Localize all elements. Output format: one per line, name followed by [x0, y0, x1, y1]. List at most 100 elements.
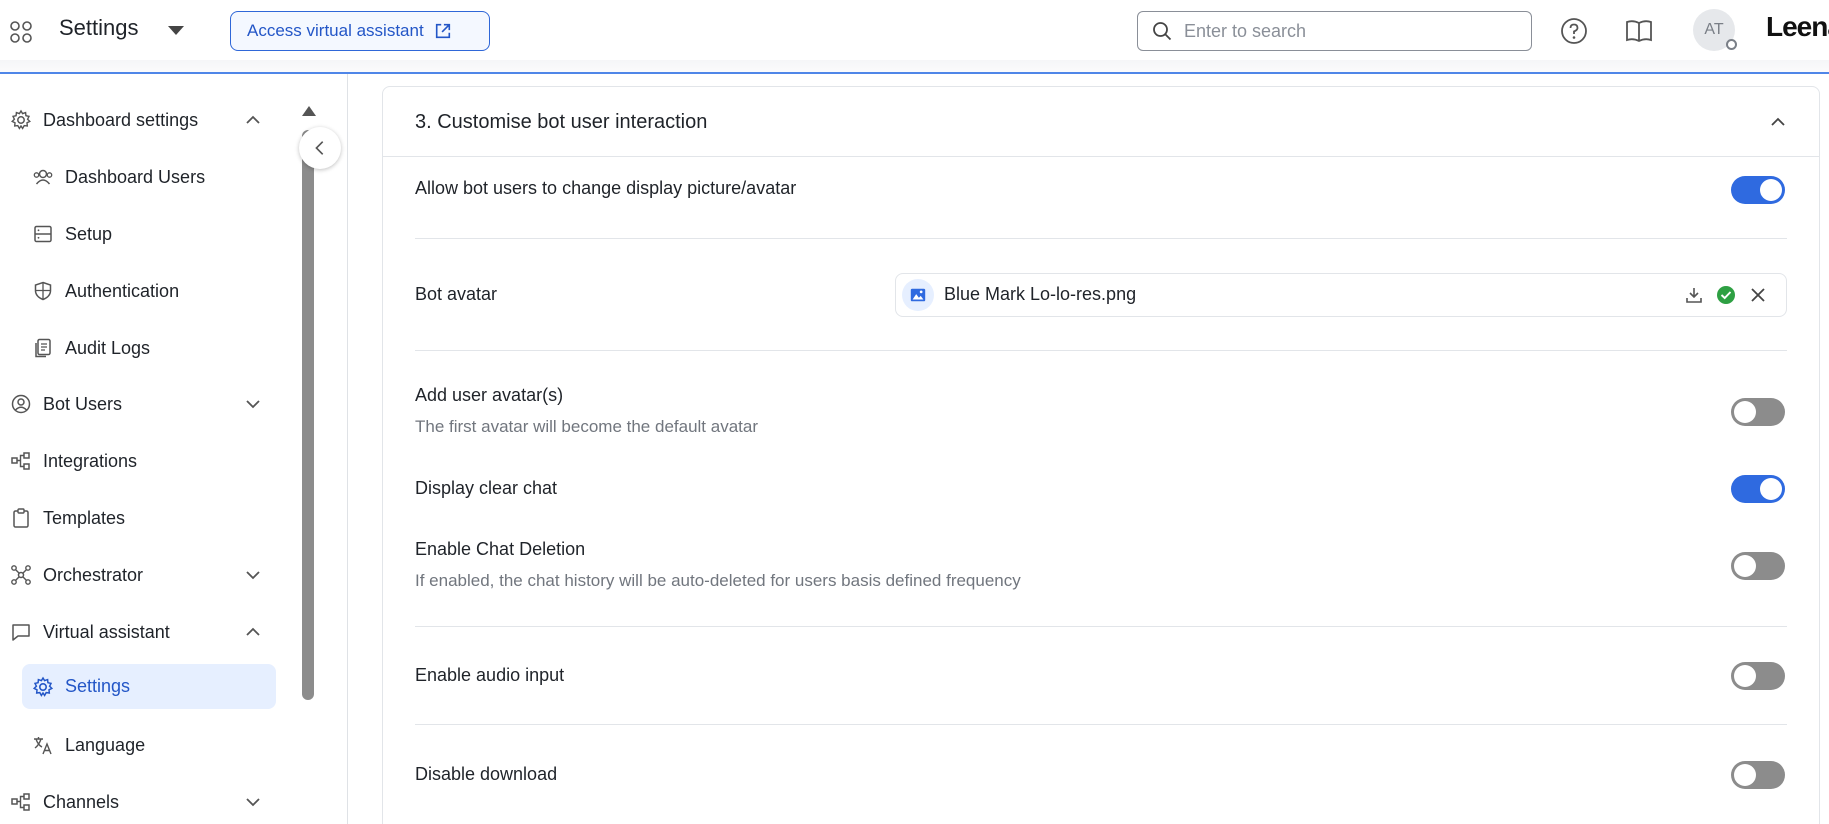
chevron-down-icon: [246, 571, 260, 580]
sidebar-item-language[interactable]: Language: [0, 721, 300, 769]
panel-header[interactable]: 3. Customise bot user interaction: [383, 87, 1819, 157]
enable-audio-input-toggle[interactable]: [1731, 662, 1785, 690]
chevron-up-icon: [246, 115, 260, 124]
search-icon: [1153, 22, 1172, 41]
topbar-divider: [0, 60, 1829, 72]
row-divider: [415, 724, 1787, 725]
access-virtual-assistant-button[interactable]: Access virtual assistant: [230, 11, 490, 51]
sidebar-item-label: Orchestrator: [43, 564, 144, 585]
row-divider: [415, 238, 1787, 239]
check-circle-icon: [1717, 286, 1735, 304]
sidebar-scrollbar[interactable]: [302, 130, 314, 700]
sidebar-item-setup[interactable]: Setup: [0, 210, 300, 258]
sidebar-item-channels[interactable]: Channels: [0, 778, 300, 824]
caret-down-icon[interactable]: [165, 22, 187, 38]
sidebar-item-authentication[interactable]: Authentication: [0, 267, 300, 315]
access-virtual-assistant-label: Access virtual assistant: [247, 21, 424, 40]
enable-chat-deletion-description: If enabled, the chat history will be aut…: [415, 571, 1021, 590]
toggle-knob: [1760, 179, 1782, 201]
chevron-down-icon: [246, 400, 260, 409]
row-divider: [415, 626, 1787, 627]
sidebar-item-settings[interactable]: Settings: [22, 664, 276, 709]
chevron-up-icon[interactable]: [1768, 112, 1788, 132]
add-user-avatars-label: Add user avatar(s): [415, 385, 564, 405]
add-user-avatars-description: The first avatar will become the default…: [415, 417, 758, 436]
enable-chat-deletion-toggle[interactable]: [1731, 552, 1785, 580]
sidebar-item-dashboard-settings[interactable]: Dashboard settings: [0, 96, 300, 144]
help-icon[interactable]: [1560, 17, 1588, 45]
sidebar-item-label: Virtual assistant: [43, 621, 170, 642]
sidebar-item-templates[interactable]: Templates: [0, 494, 300, 542]
add-user-avatars-toggle[interactable]: [1731, 398, 1785, 426]
sidebar-item-label: Dashboard settings: [43, 109, 199, 130]
top-bar: Settings Access virtual assistant AT Lee…: [0, 0, 1829, 60]
sidebar-divider: [347, 74, 348, 824]
sidebar-item-orchestrator[interactable]: Orchestrator: [0, 551, 300, 599]
search-box[interactable]: [1137, 11, 1532, 51]
sidebar-item-dashboard-users[interactable]: Dashboard Users: [0, 153, 300, 201]
sidebar: Dashboard settings Dashboard Users Setup…: [0, 74, 300, 824]
close-icon[interactable]: [1748, 285, 1768, 305]
integrations-icon: [11, 452, 30, 470]
channels-icon: [11, 793, 30, 811]
users-icon: [33, 169, 53, 185]
documents-icon: [35, 338, 51, 358]
bot-avatar-file: Blue Mark Lo-lo-res.png: [895, 273, 1787, 317]
enable-audio-input-label: Enable audio input: [415, 665, 565, 685]
disable-download-toggle[interactable]: [1731, 761, 1785, 789]
toggle-knob: [1734, 401, 1756, 423]
sidebar-item-label: Settings: [65, 676, 131, 696]
sidebar-item-audit-logs[interactable]: Audit Logs: [0, 324, 300, 372]
apps-grid-icon[interactable]: [9, 20, 33, 44]
display-clear-chat-toggle[interactable]: [1731, 475, 1785, 503]
book-icon[interactable]: [1624, 17, 1654, 45]
brand-logo: Leena: [1766, 11, 1829, 42]
file-name: Blue Mark Lo-lo-res.png: [944, 284, 1137, 304]
external-link-icon: [435, 23, 450, 39]
scrollbar-up-arrow[interactable]: [302, 106, 316, 116]
status-indicator: [1726, 39, 1737, 50]
toggle-knob: [1734, 665, 1756, 687]
sidebar-item-label: Bot Users: [43, 393, 123, 414]
user-circle-icon: [11, 394, 31, 414]
toggle-knob: [1734, 764, 1756, 786]
toggle-knob: [1760, 478, 1782, 500]
sidebar-item-label: Authentication: [65, 280, 180, 301]
download-icon[interactable]: [1684, 285, 1704, 305]
gear-icon: [11, 109, 31, 130]
enable-chat-deletion-label: Enable Chat Deletion: [415, 539, 586, 559]
translate-icon: [34, 737, 52, 755]
chat-bubble-icon: [12, 624, 30, 641]
sidebar-item-virtual-assistant[interactable]: Virtual assistant: [0, 608, 300, 656]
clipboard-icon: [13, 508, 29, 528]
sidebar-item-label: Dashboard Users: [65, 166, 206, 187]
avatar-initials: AT: [1704, 21, 1724, 38]
chevron-left-icon: [315, 141, 324, 155]
user-avatar[interactable]: AT: [1693, 9, 1737, 51]
display-clear-chat-label: Display clear chat: [415, 478, 558, 498]
allow-change-avatar-toggle[interactable]: [1731, 176, 1785, 204]
sidebar-item-label: Language: [65, 734, 146, 755]
sidebar-item-label: Templates: [43, 507, 126, 528]
search-input[interactable]: [1184, 20, 1514, 42]
sidebar-item-label: Channels: [43, 791, 120, 812]
app-title: Settings: [59, 15, 139, 40]
server-icon: [34, 225, 52, 243]
row-divider: [415, 350, 1787, 351]
allow-change-avatar-label: Allow bot users to change display pictur…: [415, 178, 797, 198]
chevron-up-icon: [246, 627, 260, 636]
sidebar-item-label: Setup: [65, 223, 113, 244]
collapse-sidebar-button[interactable]: [299, 127, 341, 169]
bot-avatar-label: Bot avatar: [415, 284, 498, 304]
shield-icon: [34, 281, 52, 301]
sidebar-item-integrations[interactable]: Integrations: [0, 437, 300, 485]
sidebar-item-bot-users[interactable]: Bot Users: [0, 380, 300, 428]
sidebar-item-label: Audit Logs: [65, 337, 151, 358]
image-icon: [902, 279, 934, 311]
chevron-down-icon: [246, 798, 260, 807]
orchestrator-icon: [11, 565, 31, 585]
gear-icon: [32, 676, 54, 697]
disable-download-label: Disable download: [415, 764, 558, 784]
panel-title: 3. Customise bot user interaction: [415, 111, 708, 133]
sidebar-item-label: Integrations: [43, 450, 138, 471]
